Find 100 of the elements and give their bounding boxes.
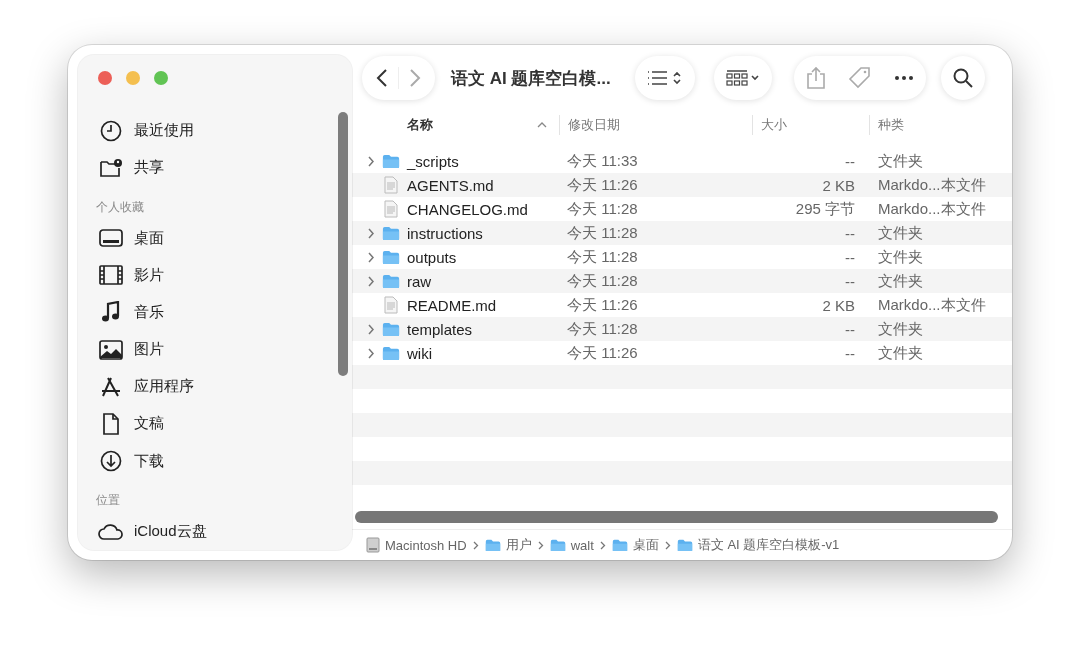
folder-icon bbox=[382, 321, 400, 337]
path-item[interactable]: 语文 AI 题库空白模板-v1 bbox=[676, 536, 840, 554]
cloud-icon bbox=[98, 522, 124, 541]
disclosure-chevron-icon[interactable] bbox=[367, 275, 375, 287]
file-size: -- bbox=[844, 344, 856, 362]
document-icon bbox=[384, 296, 398, 314]
date-modified: 今天 11:28 bbox=[566, 319, 639, 339]
forward-button[interactable] bbox=[409, 68, 421, 88]
close-button[interactable] bbox=[98, 71, 112, 85]
share-button[interactable] bbox=[805, 66, 826, 90]
file-size: 2 KB bbox=[821, 176, 856, 194]
window-title: 语文 AI 题库空白模... bbox=[451, 67, 611, 90]
file-size: 2 KB bbox=[821, 296, 856, 314]
clock-icon bbox=[100, 119, 122, 142]
column-header[interactable]: 名称 bbox=[352, 115, 559, 135]
folder-icon bbox=[382, 273, 400, 289]
download-icon bbox=[100, 450, 122, 473]
date-modified: 今天 11:26 bbox=[566, 343, 639, 363]
path-item[interactable]: Macintosh HD bbox=[366, 537, 467, 553]
film-icon bbox=[99, 265, 123, 286]
scrollbar-thumb[interactable] bbox=[338, 112, 348, 376]
date-modified: 今天 11:28 bbox=[566, 223, 639, 243]
file-row[interactable]: README.md 今天 11:26 2 KB Markdo...本文件 bbox=[352, 293, 1012, 317]
file-size: -- bbox=[844, 152, 856, 170]
sidebar-item[interactable]: 影片 bbox=[98, 256, 328, 294]
tag-button[interactable] bbox=[847, 66, 872, 90]
date-modified: 今天 11:33 bbox=[566, 151, 639, 171]
sort-ascending-icon bbox=[537, 122, 547, 128]
file-name: templates bbox=[407, 320, 473, 338]
file-size: -- bbox=[844, 272, 856, 290]
folder-icon bbox=[549, 538, 566, 552]
folder-icon bbox=[484, 538, 501, 552]
disclosure-chevron-icon[interactable] bbox=[367, 227, 375, 239]
file-kind: 文件夹 bbox=[877, 247, 924, 267]
back-button[interactable] bbox=[376, 68, 388, 88]
path-separator-icon bbox=[664, 540, 671, 550]
disclosure-chevron-icon[interactable] bbox=[367, 347, 375, 359]
back-chevron-icon bbox=[376, 68, 388, 88]
sidebar-item[interactable]: 最近使用 bbox=[98, 112, 328, 150]
file-kind: Markdo...本文件 bbox=[877, 295, 987, 315]
sidebar-item[interactable]: 音乐 bbox=[98, 293, 328, 332]
disclosure-chevron-icon[interactable] bbox=[367, 155, 375, 167]
folder-icon bbox=[676, 538, 693, 552]
more-button[interactable] bbox=[893, 75, 914, 81]
file-size: 295 字节 bbox=[794, 199, 856, 219]
folder-icon bbox=[611, 538, 628, 552]
horizontal-scrollbar-thumb[interactable] bbox=[355, 511, 998, 523]
document-icon bbox=[384, 200, 398, 218]
file-size: -- bbox=[844, 248, 856, 266]
file-row[interactable]: outputs 今天 11:28 -- 文件夹 bbox=[352, 245, 1012, 269]
more-icon bbox=[893, 75, 914, 81]
path-separator-icon bbox=[472, 540, 479, 550]
list-view-button[interactable] bbox=[646, 70, 683, 86]
sidebar-section-heading: 个人收藏 bbox=[96, 198, 145, 216]
desktop-icon bbox=[99, 229, 123, 248]
sidebar-item[interactable]: iCloud云盘 bbox=[98, 512, 328, 550]
document-icon bbox=[102, 412, 120, 435]
date-modified: 今天 11:28 bbox=[566, 271, 639, 291]
sidebar-section-heading: 位置 bbox=[96, 491, 121, 509]
sidebar-item[interactable]: 共享 bbox=[98, 149, 328, 187]
file-kind: 文件夹 bbox=[877, 223, 924, 243]
file-name: CHANGELOG.md bbox=[407, 200, 528, 218]
column-header[interactable]: 大小 bbox=[752, 115, 869, 135]
file-row[interactable]: instructions 今天 11:28 -- 文件夹 bbox=[352, 221, 1012, 245]
hard-drive-icon bbox=[366, 537, 380, 553]
file-name: wiki bbox=[407, 344, 432, 362]
date-modified: 今天 11:26 bbox=[566, 175, 639, 195]
date-modified: 今天 11:26 bbox=[566, 295, 639, 315]
path-item[interactable]: 用户 bbox=[484, 536, 532, 554]
group-view-button[interactable] bbox=[725, 69, 760, 87]
file-row[interactable]: templates 今天 11:28 -- 文件夹 bbox=[352, 317, 1012, 341]
sidebar-item[interactable]: 文稿 bbox=[98, 405, 328, 443]
sidebar-item[interactable]: 桌面 bbox=[98, 219, 328, 257]
disclosure-chevron-icon[interactable] bbox=[367, 323, 375, 335]
disclosure-chevron-icon[interactable] bbox=[367, 251, 375, 263]
app-store-icon bbox=[100, 375, 122, 398]
tag-icon bbox=[847, 66, 872, 90]
search-button[interactable] bbox=[952, 68, 973, 88]
folder-icon bbox=[382, 225, 400, 241]
column-header[interactable]: 修改日期 bbox=[559, 115, 752, 135]
file-row[interactable]: wiki 今天 11:26 -- 文件夹 bbox=[352, 341, 1012, 365]
file-row[interactable]: CHANGELOG.md 今天 11:28 295 字节 Markdo...本文件 bbox=[352, 197, 1012, 221]
file-name: outputs bbox=[407, 248, 457, 266]
search-icon bbox=[952, 68, 973, 88]
folder-icon bbox=[382, 153, 400, 169]
document-icon bbox=[384, 176, 398, 194]
music-note-icon bbox=[101, 301, 121, 324]
path-item[interactable]: 桌面 bbox=[611, 536, 659, 554]
sidebar-item[interactable]: 应用程序 bbox=[98, 368, 328, 406]
column-header[interactable]: 种类 bbox=[869, 115, 1012, 135]
file-row[interactable]: raw 今天 11:28 -- 文件夹 bbox=[352, 269, 1012, 293]
sidebar-item[interactable]: 图片 bbox=[98, 331, 328, 369]
date-modified: 今天 11:28 bbox=[566, 199, 639, 219]
path-item[interactable]: walt bbox=[549, 537, 594, 553]
file-row[interactable]: _scripts 今天 11:33 -- 文件夹 bbox=[352, 149, 1012, 173]
file-kind: Markdo...本文件 bbox=[877, 199, 987, 219]
file-kind: 文件夹 bbox=[877, 319, 924, 339]
file-row[interactable]: AGENTS.md 今天 11:26 2 KB Markdo...本文件 bbox=[352, 173, 1012, 197]
folder-icon bbox=[382, 345, 400, 361]
sidebar-item[interactable]: 下载 bbox=[98, 442, 328, 480]
